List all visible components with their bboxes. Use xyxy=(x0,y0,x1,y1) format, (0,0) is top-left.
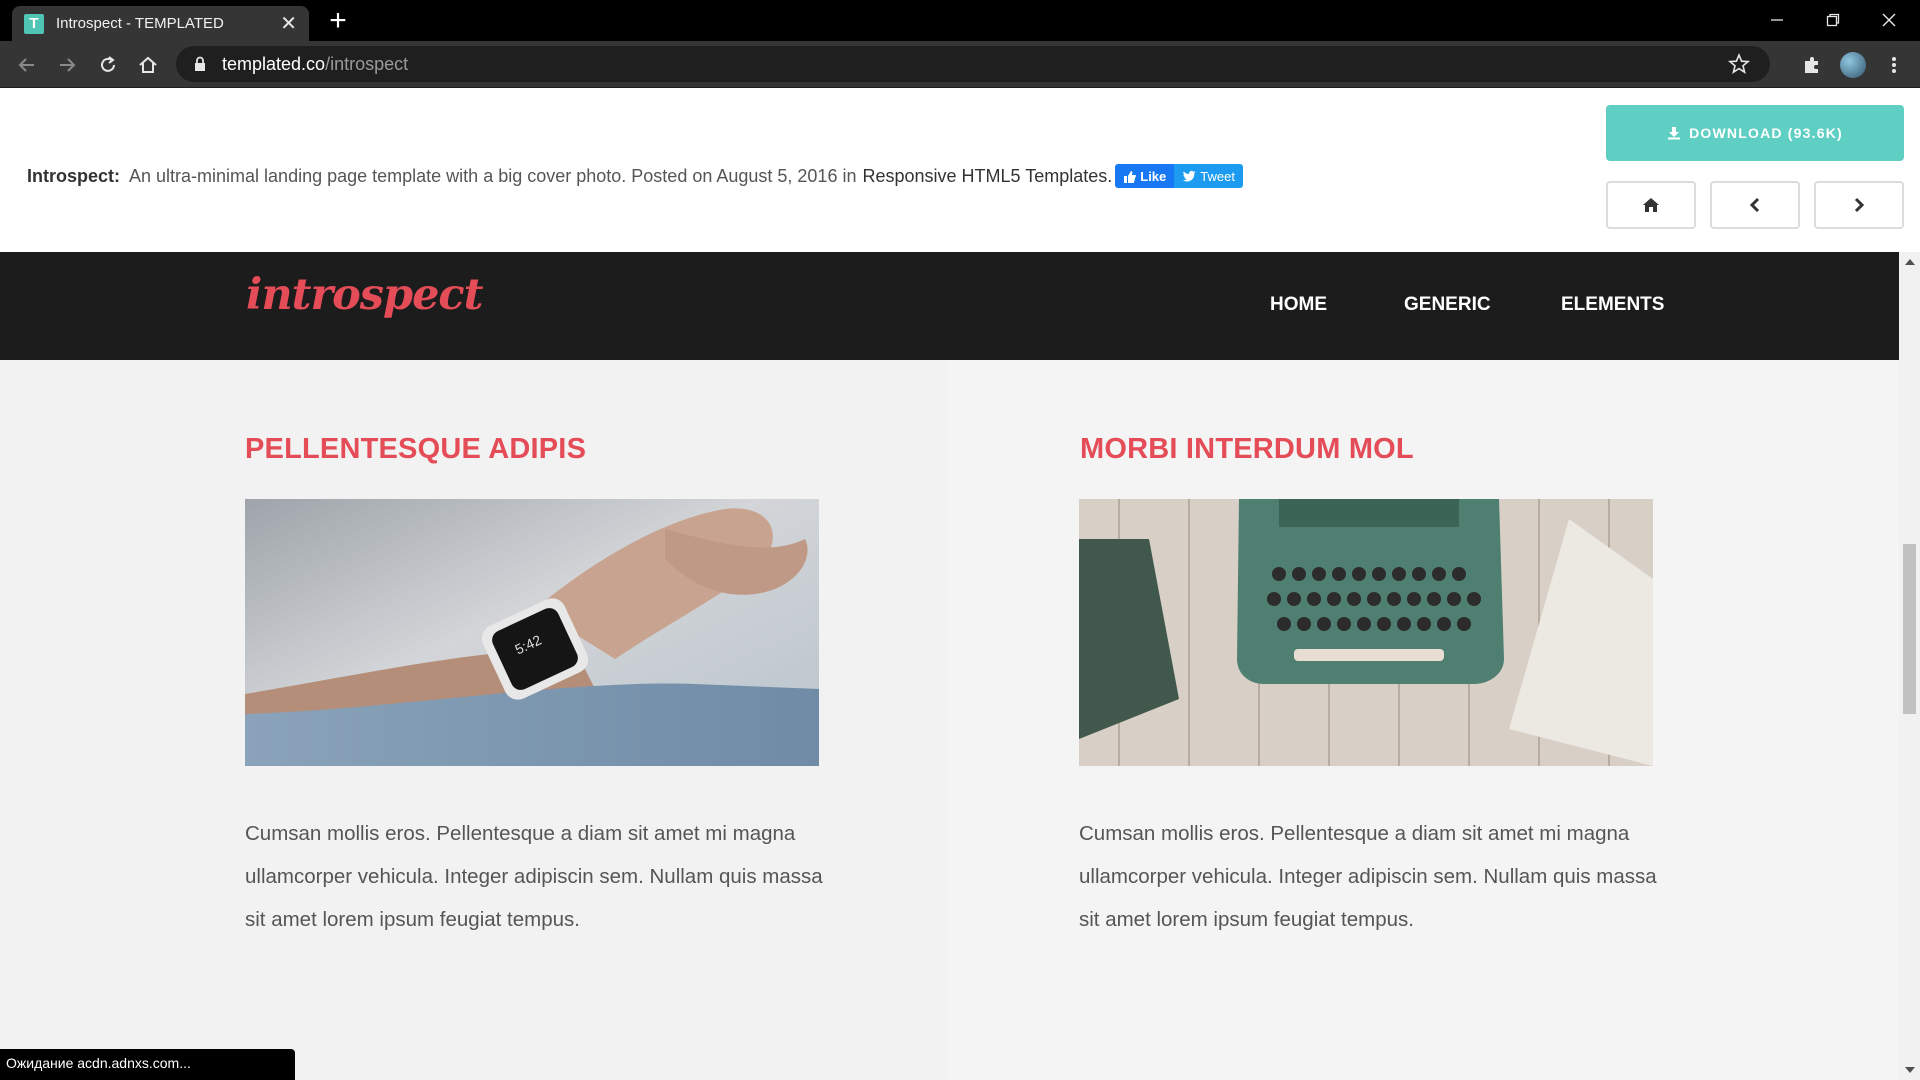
smartwatch-image: 5:42 xyxy=(245,499,819,766)
chevron-left-icon xyxy=(1749,197,1760,213)
site-logo[interactable]: introspect xyxy=(246,270,483,320)
home-icon xyxy=(1643,198,1659,212)
download-button[interactable]: DOWNLOAD (93.6K) xyxy=(1606,105,1904,161)
home-icon[interactable] xyxy=(133,50,163,80)
home-button[interactable] xyxy=(1606,181,1696,229)
nav-home[interactable]: HOME xyxy=(1270,294,1327,316)
like-label: Like xyxy=(1140,168,1167,184)
browser-toolbar: templated.co/introspect xyxy=(0,41,1920,88)
feature-title: MORBI INTERDUM MOL xyxy=(1080,433,1414,465)
template-name: Introspect: xyxy=(27,165,121,186)
download-icon xyxy=(1668,127,1681,140)
tweet-label: Tweet xyxy=(1200,168,1235,184)
site-header: introspect HOME GENERIC ELEMENTS xyxy=(0,252,1899,360)
next-template-button[interactable] xyxy=(1814,181,1904,229)
address-bar[interactable]: templated.co/introspect xyxy=(176,46,1770,82)
minimize-icon[interactable] xyxy=(1749,0,1805,40)
scroll-down-icon[interactable] xyxy=(1899,1062,1920,1078)
feature-text: Cumsan mollis eros. Pellentesque a diam … xyxy=(1079,822,1657,931)
nav-elements[interactable]: ELEMENTS xyxy=(1561,294,1664,316)
chevron-right-icon xyxy=(1854,197,1865,213)
template-description-text: An ultra-minimal landing page template w… xyxy=(129,165,857,186)
download-label: DOWNLOAD (93.6K) xyxy=(1689,125,1843,141)
page-scrollbar[interactable] xyxy=(1899,252,1920,1080)
browser-status-bar: Ожидание acdn.adnxs.com... xyxy=(0,1049,295,1080)
back-arrow-icon[interactable] xyxy=(12,50,42,80)
feature-title: PELLENTESQUE ADIPIS xyxy=(245,433,587,465)
typewriter-image xyxy=(1079,499,1653,766)
browser-tab-bar: T Introspect - TEMPLATED ✕ + xyxy=(0,0,1920,41)
twitter-tweet-button[interactable]: Tweet xyxy=(1174,164,1243,188)
url-host: templated.co xyxy=(222,53,326,74)
browser-menu-icon[interactable] xyxy=(1879,50,1909,80)
url-path: /introspect xyxy=(325,53,409,74)
twitter-bird-icon xyxy=(1182,170,1196,182)
forward-arrow-icon[interactable] xyxy=(52,50,82,80)
thumbs-up-icon xyxy=(1124,170,1137,183)
extensions-puzzle-icon[interactable] xyxy=(1797,50,1827,80)
feature-column-left: PELLENTESQUE ADIPIS 5:42 Cumsan mollis e… xyxy=(0,360,948,1080)
scrollbar-thumb[interactable] xyxy=(1903,544,1916,714)
tab-close-icon[interactable]: ✕ xyxy=(280,14,297,34)
reload-icon[interactable] xyxy=(93,50,123,80)
feature-text: Cumsan mollis eros. Pellentesque a diam … xyxy=(245,822,823,931)
bookmark-star-icon[interactable] xyxy=(1727,52,1751,80)
lock-icon xyxy=(195,56,205,71)
profile-avatar[interactable] xyxy=(1838,50,1868,80)
browser-tab[interactable]: T Introspect - TEMPLATED ✕ xyxy=(12,6,309,41)
restore-icon[interactable] xyxy=(1805,0,1861,40)
close-window-icon[interactable] xyxy=(1861,0,1917,40)
template-description: Introspect: An ultra-minimal landing pag… xyxy=(27,164,1243,188)
facebook-like-button[interactable]: Like xyxy=(1115,164,1175,188)
feature-column-right: MORBI INTERDUM MOL Cumsan mollis eros. P… xyxy=(948,360,1899,1080)
previous-template-button[interactable] xyxy=(1710,181,1800,229)
new-tab-button[interactable]: + xyxy=(322,6,354,38)
nav-generic[interactable]: GENERIC xyxy=(1404,294,1491,316)
category-link[interactable]: Responsive HTML5 Templates. xyxy=(862,166,1112,187)
tab-title: Introspect - TEMPLATED xyxy=(56,15,224,32)
scroll-up-icon[interactable] xyxy=(1899,254,1920,270)
tab-favicon-icon: T xyxy=(24,13,44,34)
